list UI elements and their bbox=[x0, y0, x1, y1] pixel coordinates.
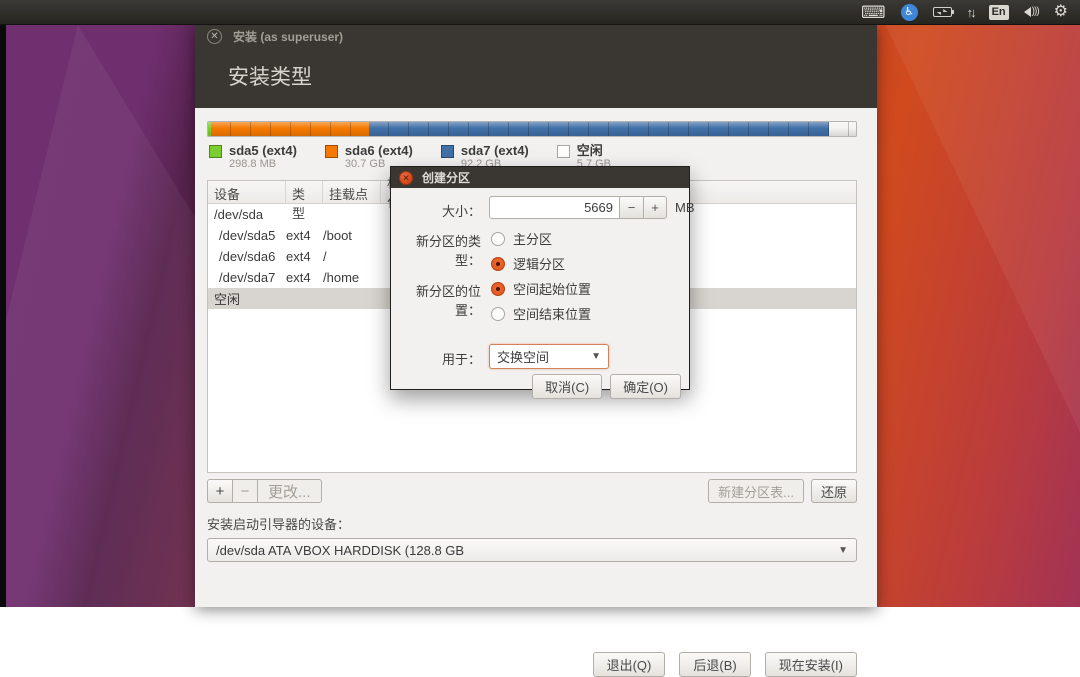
battery-icon[interactable] bbox=[933, 7, 952, 17]
change-partition-button[interactable]: 更改... bbox=[257, 479, 322, 503]
legend-item: sda5 (ext4) 298.8 MB bbox=[209, 143, 297, 177]
legend-swatch-orange bbox=[325, 145, 338, 158]
top-panel: ⌨ ♿ ↑↓ En ))) ⚙ bbox=[0, 0, 1080, 25]
remove-partition-button[interactable]: − bbox=[232, 479, 257, 503]
radio-logical-partition[interactable]: 逻辑分区 bbox=[491, 254, 565, 273]
size-increment-button[interactable]: + bbox=[643, 196, 667, 219]
boot-device-dropdown[interactable]: /dev/sda ATA VBOX HARDDISK (128.8 GB ▼ bbox=[207, 538, 857, 562]
dialog-titlebar: ✕ 创建分区 bbox=[391, 167, 689, 188]
chevron-down-icon: ▼ bbox=[591, 351, 601, 362]
radio-icon bbox=[491, 307, 505, 321]
size-label: 大小： bbox=[395, 201, 481, 220]
size-unit-label: MB bbox=[675, 196, 695, 219]
dialog-body: 大小： 5669 − + MB 新分区的类型： 主分区 逻辑分区 新分区的位置：… bbox=[391, 188, 689, 391]
new-partition-table-button[interactable]: 新建分区表... bbox=[708, 479, 804, 503]
revert-button[interactable]: 还原 bbox=[811, 479, 857, 503]
partition-segment-free bbox=[829, 122, 856, 136]
desktop: ⌨ ♿ ↑↓ En ))) ⚙ ✕ 安装 (as superuser) 安装类型 bbox=[0, 0, 1080, 607]
add-partition-button[interactable]: + bbox=[207, 479, 232, 503]
window-title: 安装 (as superuser) bbox=[233, 28, 343, 45]
column-header-device[interactable]: 设备 bbox=[208, 181, 286, 203]
use-as-label: 用于： bbox=[395, 349, 481, 368]
screen-edge-strip bbox=[0, 25, 6, 607]
size-decrement-button[interactable]: − bbox=[619, 196, 643, 219]
create-partition-dialog: ✕ 创建分区 大小： 5669 − + MB 新分区的类型： 主分区 逻辑分区 … bbox=[390, 166, 690, 390]
action-buttons: 退出(Q) 后退(B) 现在安装(I) bbox=[593, 652, 857, 677]
keyboard-icon[interactable]: ⌨ bbox=[861, 4, 886, 21]
legend-swatch-blue bbox=[441, 145, 454, 158]
column-header-type[interactable]: 类型 bbox=[286, 181, 323, 203]
session-gear-icon[interactable]: ⚙ bbox=[1054, 4, 1068, 20]
dialog-close-button[interactable]: ✕ bbox=[399, 171, 413, 185]
partition-bar bbox=[207, 121, 857, 137]
volume-icon[interactable]: ))) bbox=[1024, 7, 1039, 17]
boot-device-label: 安装启动引导器的设备： bbox=[207, 514, 857, 533]
partition-type-label: 新分区的类型： bbox=[395, 231, 481, 269]
partition-location-label: 新分区的位置： bbox=[395, 281, 481, 319]
radio-selected-icon bbox=[491, 282, 505, 296]
chevron-down-icon: ▼ bbox=[838, 545, 848, 556]
size-spinner: 5669 − + MB bbox=[489, 196, 695, 219]
size-input[interactable]: 5669 bbox=[489, 196, 619, 219]
column-header-mount[interactable]: 挂载点 bbox=[323, 181, 381, 203]
boot-device-value: /dev/sda ATA VBOX HARDDISK (128.8 GB bbox=[216, 543, 464, 558]
page-title: 安装类型 bbox=[228, 61, 877, 91]
accessibility-icon[interactable]: ♿ bbox=[901, 4, 918, 21]
window-titlebar: ✕ 安装 (as superuser) bbox=[195, 25, 877, 47]
use-as-value: 交换空间 bbox=[497, 347, 549, 366]
input-indicator[interactable]: En bbox=[989, 5, 1009, 20]
legend-swatch-free bbox=[557, 145, 570, 158]
partition-segment-sda7 bbox=[369, 122, 829, 136]
radio-icon bbox=[491, 232, 505, 246]
window-close-button[interactable]: ✕ bbox=[207, 29, 222, 44]
window-header: 安装类型 bbox=[195, 47, 877, 108]
radio-primary-partition[interactable]: 主分区 bbox=[491, 229, 552, 248]
dialog-title: 创建分区 bbox=[422, 169, 470, 186]
table-toolbar: + − 更改... 新建分区表... 还原 bbox=[207, 479, 857, 503]
install-now-button[interactable]: 现在安装(I) bbox=[765, 652, 857, 677]
use-as-dropdown[interactable]: 交换空间 ▼ bbox=[489, 344, 609, 369]
radio-end-of-space[interactable]: 空间结束位置 bbox=[491, 304, 591, 323]
back-button[interactable]: 后退(B) bbox=[679, 652, 750, 677]
cancel-button[interactable]: 取消(C) bbox=[532, 374, 602, 399]
partition-segment-sda6 bbox=[211, 122, 368, 136]
radio-selected-icon bbox=[491, 257, 505, 271]
radio-beginning-of-space[interactable]: 空间起始位置 bbox=[491, 279, 591, 298]
legend-swatch-green bbox=[209, 145, 222, 158]
ok-button[interactable]: 确定(O) bbox=[610, 374, 681, 399]
quit-button[interactable]: 退出(Q) bbox=[593, 652, 666, 677]
network-arrows-icon[interactable]: ↑↓ bbox=[967, 6, 974, 19]
